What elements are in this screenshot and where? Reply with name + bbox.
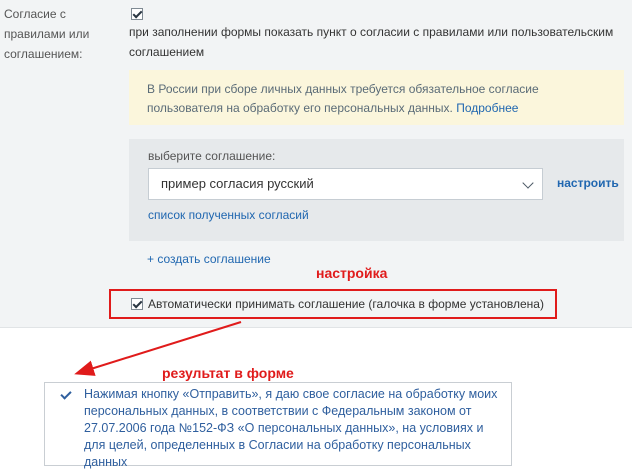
form-consent-preview: Нажимая кнопку «Отправить», я даю свое с… xyxy=(44,382,512,469)
annotation-result: результат в форме xyxy=(162,365,294,381)
consent-checkbox[interactable] xyxy=(59,389,72,402)
consent-text: Нажимая кнопку «Отправить», я даю свое с… xyxy=(84,387,498,469)
